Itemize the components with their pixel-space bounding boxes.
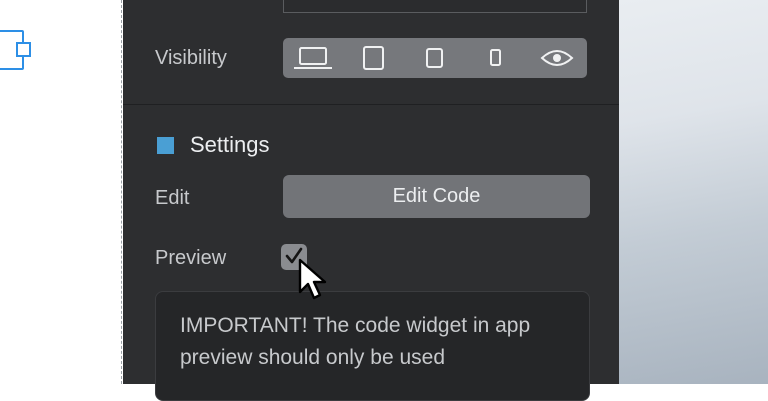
eye-icon — [540, 50, 574, 66]
edit-code-button[interactable]: Edit Code — [283, 175, 590, 218]
visibility-tablet-button[interactable] — [344, 38, 405, 78]
laptop-icon — [294, 47, 333, 69]
visibility-phone-button[interactable] — [465, 38, 526, 78]
tablet-icon — [363, 46, 385, 70]
visibility-label: Visibility — [155, 47, 227, 69]
preview-label: Preview — [155, 247, 227, 269]
visibility-preview-button[interactable] — [526, 38, 587, 78]
canvas-area — [0, 0, 122, 384]
settings-section-title: Settings — [190, 132, 270, 157]
code-widget-note: IMPORTANT! The code widget in app previe… — [155, 291, 590, 401]
property-input-field[interactable] — [283, 0, 587, 13]
visibility-toggle-group — [283, 38, 587, 78]
mouse-cursor-icon — [298, 258, 327, 300]
edit-label: Edit — [155, 187, 190, 209]
settings-section-icon — [157, 137, 174, 154]
visibility-tablet-portrait-button[interactable] — [405, 38, 466, 78]
visibility-desktop-button[interactable] — [283, 38, 344, 78]
background-image — [619, 0, 768, 384]
resize-handle[interactable] — [16, 42, 31, 57]
section-divider — [123, 104, 619, 105]
tablet-small-icon — [425, 48, 443, 68]
note-text: IMPORTANT! The code widget in app previe… — [180, 314, 531, 369]
phone-icon — [489, 49, 501, 66]
canvas-guide-line — [121, 0, 122, 384]
